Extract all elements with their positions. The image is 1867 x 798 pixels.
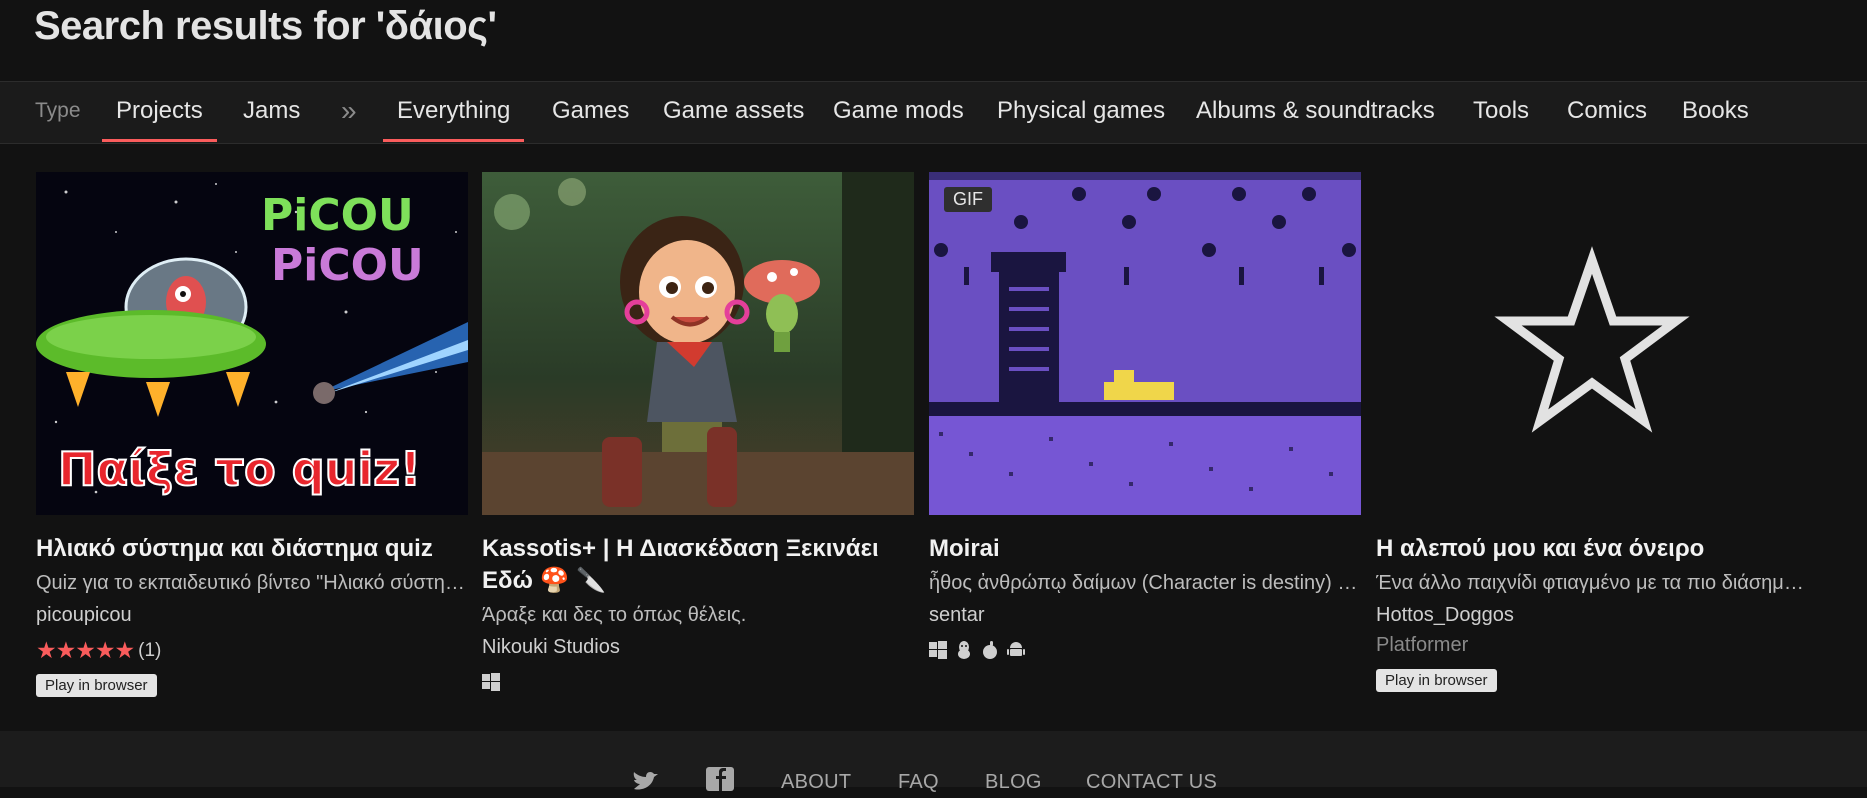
windows-icon <box>482 673 500 696</box>
windows-icon <box>929 641 947 664</box>
android-icon <box>1007 641 1025 664</box>
separator-chevron-icon: » <box>341 95 357 126</box>
results-grid: PiCOU PiCOU Παίξε το quiz! Ηλιακό σύστημ… <box>36 172 1856 732</box>
filter-bar: Type Projects Jams » Everything Games Ga… <box>0 81 1867 144</box>
tab-albums-soundtracks[interactable]: Albums & soundtracks <box>1196 82 1435 141</box>
thumb-title-line2: PiCOU <box>271 240 424 291</box>
rating-count: (1) <box>138 639 162 661</box>
game-author[interactable]: Nikouki Studios <box>482 633 914 661</box>
rating: ★ ★ ★ ★ ★ (1) <box>36 637 468 664</box>
tab-projects[interactable]: Projects <box>102 82 217 142</box>
tab-game-mods[interactable]: Game mods <box>833 82 964 141</box>
twitter-icon[interactable] <box>632 771 660 798</box>
thumb-cta-text: Παίξε το quiz! <box>58 442 421 496</box>
game-title[interactable]: Kassotis+ | Η Διασκέδαση Ξεκινάει Εδώ 🍄 … <box>482 533 914 597</box>
footer-link-faq[interactable]: FAQ <box>898 771 939 794</box>
site-footer: ABOUT FAQ BLOG CONTACT US <box>0 731 1867 793</box>
platform-list <box>929 641 1361 664</box>
game-title[interactable]: Moirai <box>929 533 1361 565</box>
type-label: Type <box>35 99 81 122</box>
linux-icon <box>955 641 973 664</box>
game-thumbnail[interactable] <box>482 172 914 515</box>
gif-badge: GIF <box>944 187 992 212</box>
game-short-text: ἦθος ἀνθρώπῳ δαίμων (Character is destin… <box>929 572 1361 594</box>
kassotis-cover-art <box>482 172 914 515</box>
tab-books[interactable]: Books <box>1682 82 1749 141</box>
tab-physical-games[interactable]: Physical games <box>997 82 1165 141</box>
game-title[interactable]: Η αλεπού μου και ένα όνειρο <box>1376 533 1808 565</box>
game-thumbnail[interactable] <box>1376 172 1808 515</box>
game-title[interactable]: Ηλιακό σύστημα και διάστημα quiz <box>36 533 468 565</box>
star-icon: ★ <box>36 637 57 663</box>
moirai-cover-art <box>929 172 1361 515</box>
game-author[interactable]: Hottos_Doggos <box>1376 601 1808 629</box>
game-author[interactable]: sentar <box>929 601 1361 629</box>
tab-comics[interactable]: Comics <box>1567 82 1647 141</box>
picoupicou-cover-art: PiCOU PiCOU Παίξε το quiz! <box>36 172 468 515</box>
game-card[interactable]: Η αλεπού μου και ένα όνειρο Ένα άλλο παι… <box>1376 172 1808 692</box>
placeholder-star-icon <box>1494 246 1690 433</box>
tab-jams[interactable]: Jams <box>243 82 300 141</box>
game-card[interactable]: GIF Moirai ἦθος ἀνθρώπῳ δαίμων (Characte… <box>929 172 1361 664</box>
tab-game-assets[interactable]: Game assets <box>663 82 804 141</box>
footer-link-about[interactable]: ABOUT <box>781 771 851 794</box>
footer-link-blog[interactable]: BLOG <box>985 771 1042 794</box>
game-thumbnail[interactable]: PiCOU PiCOU Παίξε το quiz! <box>36 172 468 515</box>
game-card[interactable]: PiCOU PiCOU Παίξε το quiz! Ηλιακό σύστημ… <box>36 172 468 697</box>
page-title: Search results for 'δάιος' <box>34 4 497 48</box>
thumb-title-line1: PiCOU <box>261 190 414 241</box>
footer-link-contact[interactable]: CONTACT US <box>1086 771 1217 794</box>
play-in-browser-badge: Play in browser <box>36 674 157 697</box>
game-genre: Platformer <box>1376 634 1469 656</box>
facebook-icon[interactable] <box>706 767 734 796</box>
star-icon: ★ <box>75 637 96 663</box>
game-short-text: Άραξε και δες το όπως θέλεις. <box>482 604 747 626</box>
star-icon: ★ <box>55 637 77 663</box>
star-icon: ★ <box>114 637 136 663</box>
game-short-text: Quiz για το εκπαιδευτικό βίντεο "Ηλιακό … <box>36 572 468 594</box>
page-header: Search results for 'δάιος' <box>0 0 1867 81</box>
platform-list <box>482 673 914 696</box>
game-short-text: Ένα άλλο παιχνίδι φτιαγμένο με τα πιο δι… <box>1376 572 1808 594</box>
tab-everything[interactable]: Everything <box>382 82 525 142</box>
game-card[interactable]: Kassotis+ | Η Διασκέδαση Ξεκινάει Εδώ 🍄 … <box>482 172 914 696</box>
apple-icon <box>981 641 999 664</box>
game-author[interactable]: picoupicou <box>36 601 468 629</box>
game-thumbnail[interactable]: GIF <box>929 172 1361 515</box>
tab-games[interactable]: Games <box>552 82 629 141</box>
play-in-browser-badge: Play in browser <box>1376 669 1497 692</box>
star-icon: ★ <box>94 637 116 663</box>
tab-tools[interactable]: Tools <box>1473 82 1529 141</box>
